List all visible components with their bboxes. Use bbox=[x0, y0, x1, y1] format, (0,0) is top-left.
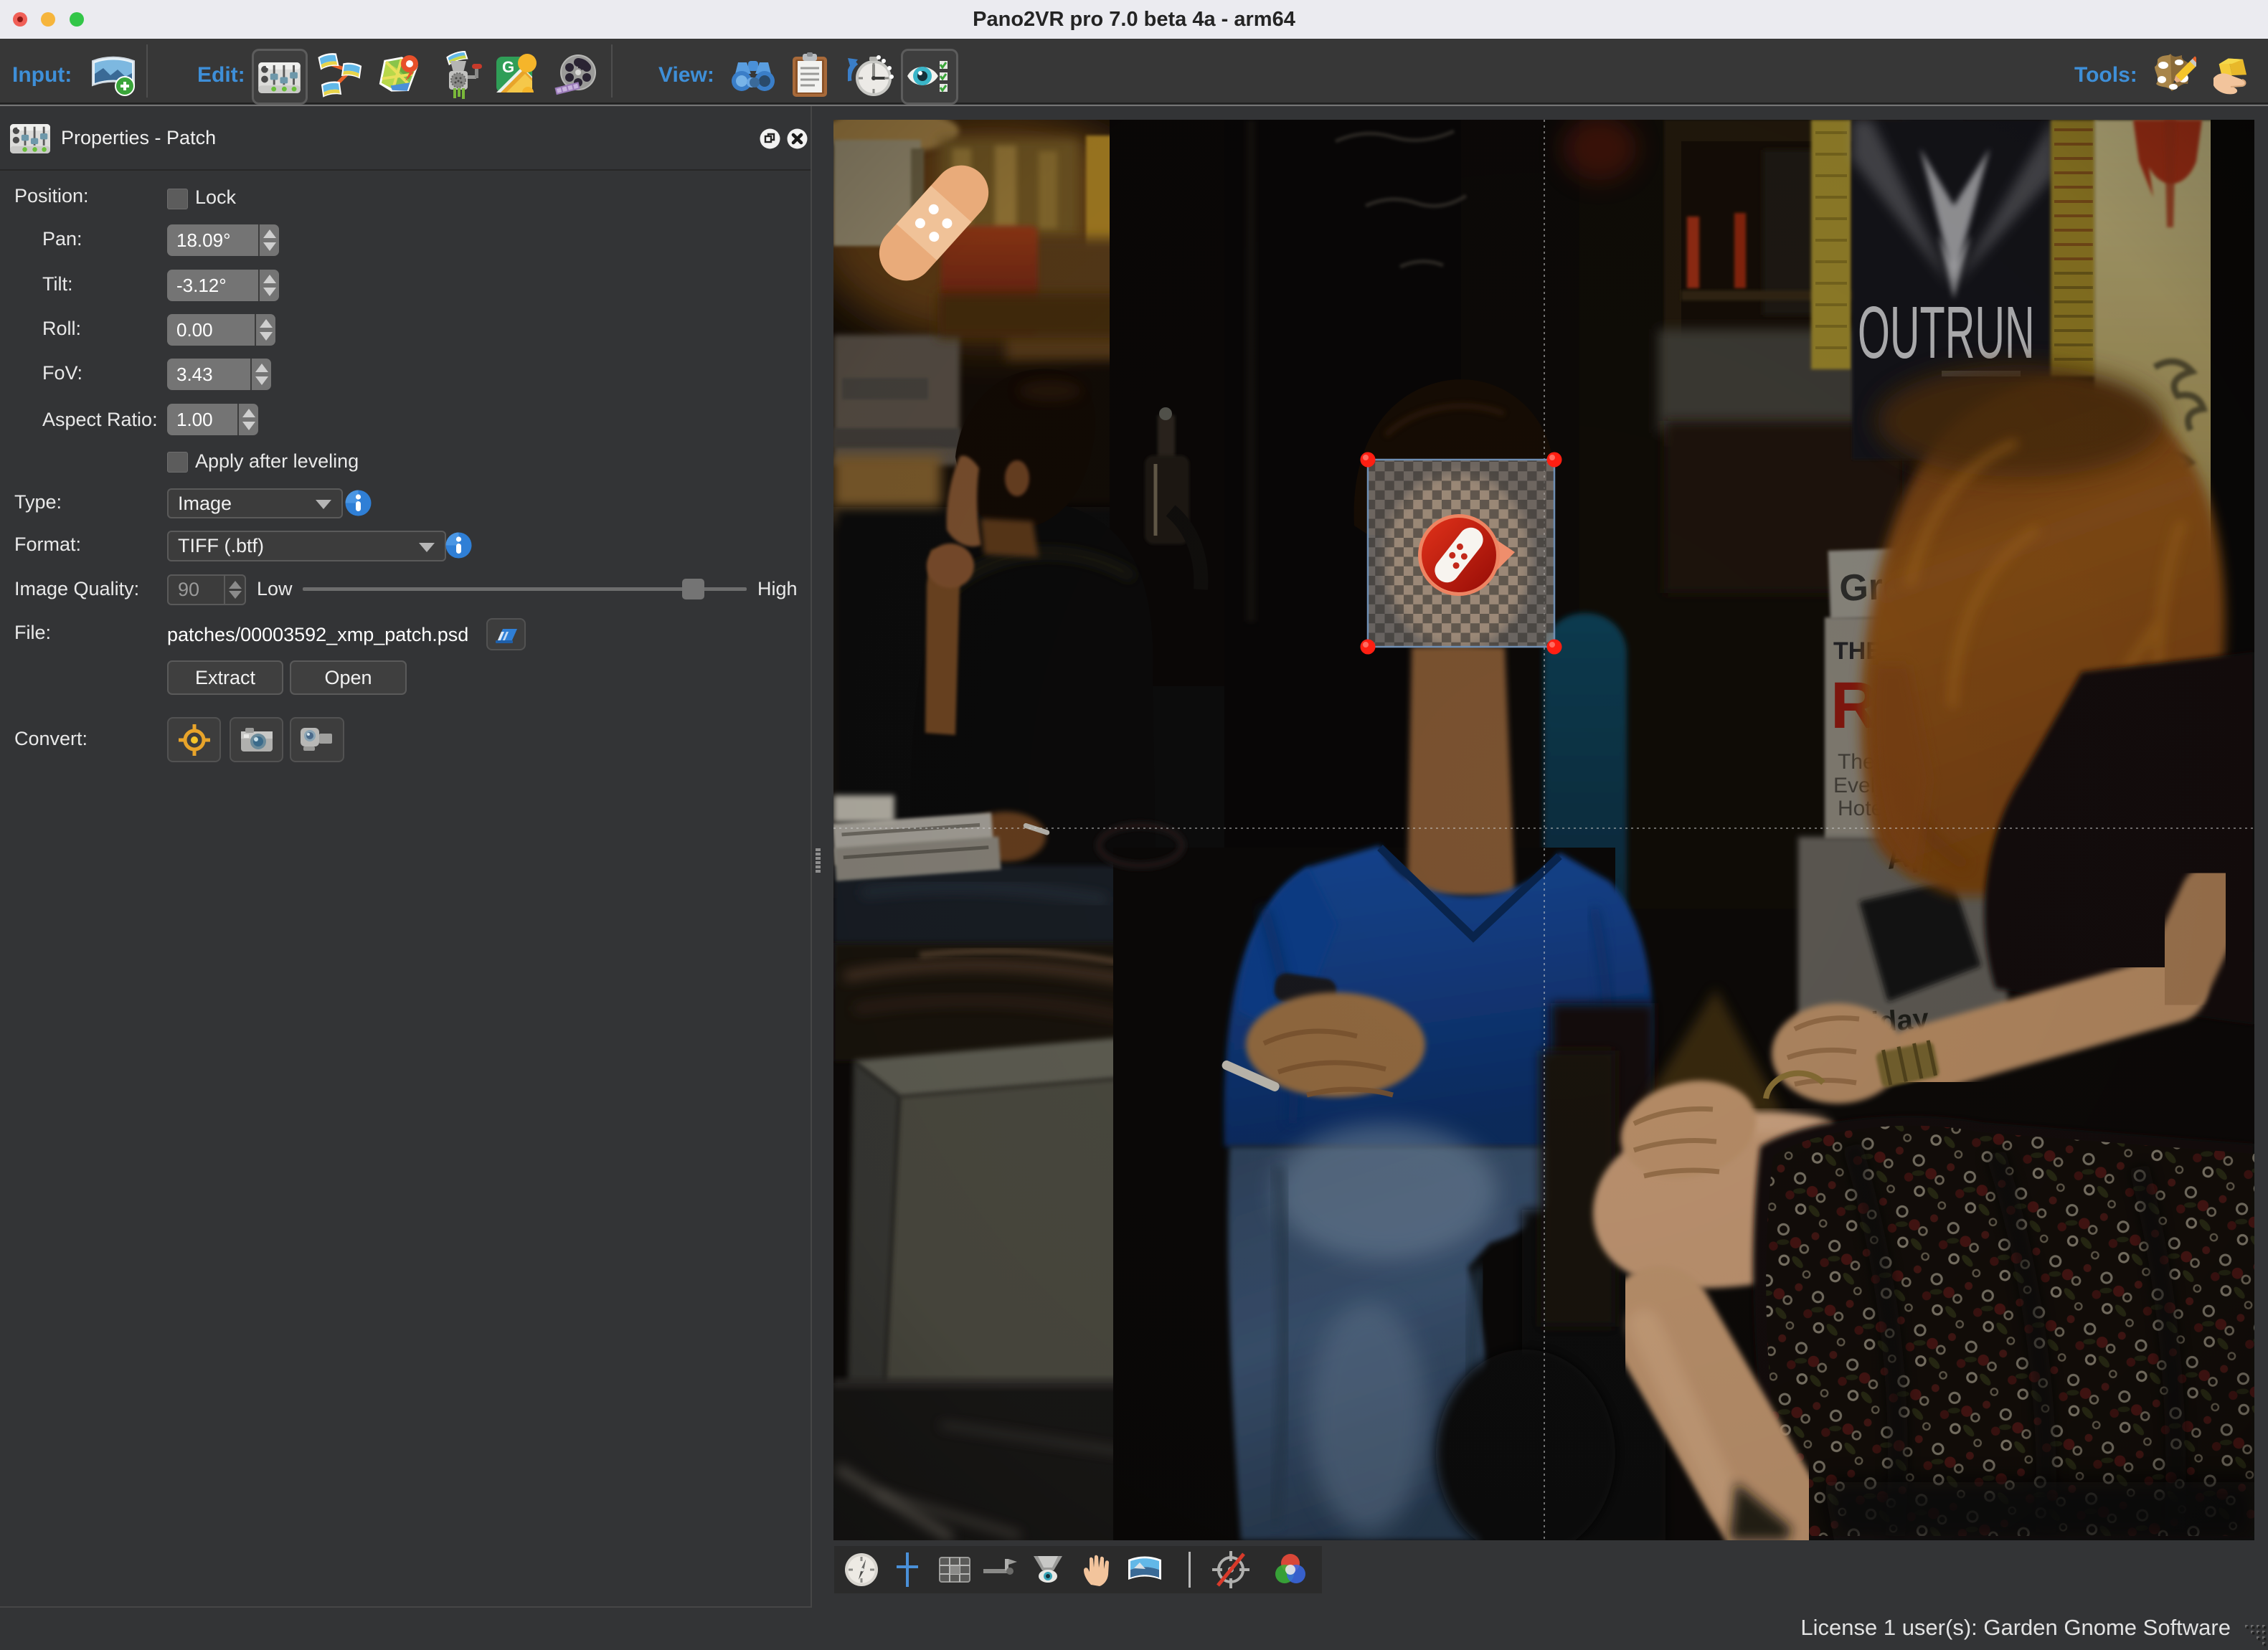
svg-text:G: G bbox=[502, 58, 514, 76]
